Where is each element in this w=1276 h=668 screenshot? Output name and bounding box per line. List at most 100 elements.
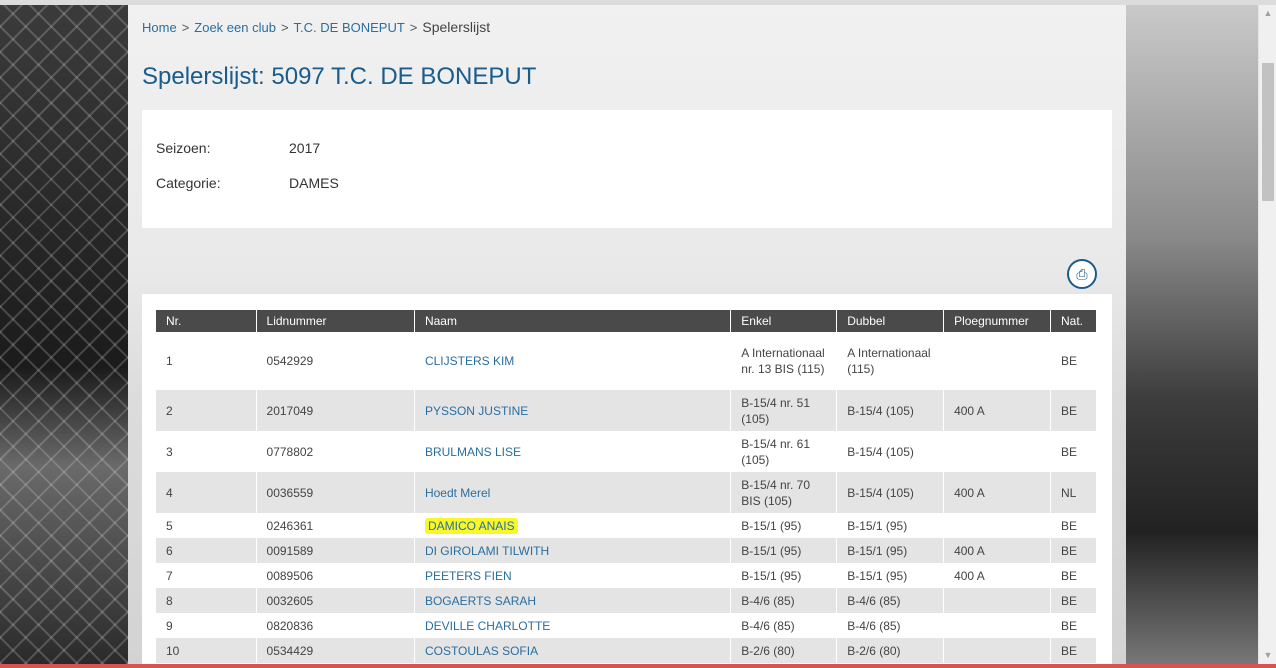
cell-nat-text: BE bbox=[1060, 444, 1077, 459]
breadcrumb-current: Spelerslijst bbox=[422, 19, 491, 35]
player-name-link[interactable]: BOGAERTS SARAH bbox=[425, 594, 536, 608]
header-nr[interactable]: Nr. bbox=[156, 310, 257, 332]
cell-naam: Hoedt Merel bbox=[414, 472, 732, 513]
cell-enkel-text: B-15/1 (95) bbox=[741, 568, 802, 583]
cell-nr: 4 bbox=[156, 472, 257, 513]
player-name-link[interactable]: CLIJSTERS KIM bbox=[425, 354, 514, 368]
cell-ploegnummer bbox=[943, 588, 1051, 613]
cell-nr: 9 bbox=[156, 613, 257, 638]
page-title: Spelerslijst: 5097 T.C. DE BONEPUT bbox=[142, 63, 537, 90]
cell-naam: CLIJSTERS KIM bbox=[414, 332, 732, 390]
cell-lidnummer: 0820836 bbox=[256, 613, 415, 638]
table-row: 6 0091589 DI GIROLAMI TILWITH B-15/1 (95) B-… bbox=[156, 538, 1098, 563]
print-button[interactable]: ⎙ bbox=[1067, 259, 1097, 289]
cell-ploegnummer bbox=[943, 431, 1051, 472]
cell-nat-text: BE bbox=[1060, 568, 1077, 583]
cell-enkel-text: B-15/4 nr. 51 (105) bbox=[741, 395, 810, 426]
cell-dubbel-text: B-15/1 (95) bbox=[847, 543, 908, 558]
header-nat[interactable]: Nat. bbox=[1050, 310, 1098, 332]
cell-nr: 5 bbox=[156, 513, 257, 538]
header-dubbel[interactable]: Dubbel bbox=[836, 310, 945, 332]
cell-nat: BE bbox=[1050, 332, 1098, 390]
cell-lidnummer: 0778802 bbox=[256, 431, 415, 472]
cell-lidnummer: 0089506 bbox=[256, 563, 415, 588]
header-ploegnummer[interactable]: Ploegnummer bbox=[943, 310, 1051, 332]
cell-enkel-text: A Internationaal nr. 13 BIS (115) bbox=[741, 346, 825, 376]
printer-icon: ⎙ bbox=[1076, 266, 1088, 282]
player-name-link[interactable]: PYSSON JUSTINE bbox=[425, 404, 528, 418]
cell-naam: BOGAERTS SARAH bbox=[414, 588, 732, 613]
cell-nat-text: BE bbox=[1060, 643, 1077, 658]
cell-lidnummer: 0246361 bbox=[256, 513, 415, 538]
cell-dubbel: B-15/4 (105) bbox=[836, 472, 945, 513]
cell-nat-text: BE bbox=[1060, 618, 1077, 633]
player-name-link[interactable]: DEVILLE CHARLOTTE bbox=[425, 619, 550, 633]
scroll-up-arrow-icon[interactable]: ▲ bbox=[1259, 5, 1276, 22]
cell-lidnummer-text: 2017049 bbox=[266, 403, 314, 418]
cell-nr-text: 2 bbox=[166, 403, 173, 418]
breadcrumb-home[interactable]: Home bbox=[142, 20, 177, 35]
cell-nr-text: 7 bbox=[166, 568, 173, 583]
cell-nat: BE bbox=[1050, 513, 1098, 538]
cell-naam: PEETERS FIEN bbox=[414, 563, 732, 588]
cell-lidnummer-text: 0820836 bbox=[266, 618, 314, 633]
cell-enkel: B-4/6 (85) bbox=[730, 613, 838, 638]
cell-nr-text: 6 bbox=[166, 543, 173, 558]
header-lidnummer[interactable]: Lidnummer bbox=[256, 310, 415, 332]
table-row: 2 2017049 PYSSON JUSTINE B-15/4 nr. 51 (105… bbox=[156, 390, 1098, 431]
cell-ploegnummer bbox=[943, 332, 1051, 390]
cell-nat: NL bbox=[1050, 472, 1098, 513]
cell-dubbel-text: B-4/6 (85) bbox=[847, 618, 901, 633]
breadcrumb-zoek-een-club[interactable]: Zoek een club bbox=[194, 20, 276, 35]
scrollbar-thumb[interactable] bbox=[1262, 63, 1274, 201]
table-row: 5 0246361 DAMICO ANAIS B-15/1 (95) B-15/1 (9… bbox=[156, 513, 1098, 538]
vertical-scrollbar[interactable]: ▲ ▼ bbox=[1258, 5, 1276, 664]
cell-dubbel-text: B-15/1 (95) bbox=[847, 568, 908, 583]
cell-ploegnummer: 400 A bbox=[943, 538, 1051, 563]
cell-nat: BE bbox=[1050, 538, 1098, 563]
cell-enkel-text: B-15/1 (95) bbox=[741, 543, 802, 558]
header-naam[interactable]: Naam bbox=[414, 310, 732, 332]
cell-lidnummer: 0036559 bbox=[256, 472, 415, 513]
cell-nr-text: 5 bbox=[166, 518, 173, 533]
player-name-link[interactable]: BRULMANS LISE bbox=[425, 445, 521, 459]
breadcrumb-club[interactable]: T.C. DE BONEPUT bbox=[294, 20, 405, 35]
cell-lidnummer: 0032605 bbox=[256, 588, 415, 613]
table-header-row: Nr. Lidnummer Naam Enkel Dubbel Ploegnum… bbox=[156, 310, 1098, 332]
season-label: Seizoen: bbox=[156, 140, 211, 156]
cell-nat-text: NL bbox=[1060, 485, 1077, 500]
cell-dubbel-text: B-15/1 (95) bbox=[847, 518, 908, 533]
header-enkel[interactable]: Enkel bbox=[730, 310, 838, 332]
cell-enkel: B-15/1 (95) bbox=[730, 538, 838, 563]
cell-lidnummer-text: 0089506 bbox=[266, 568, 314, 583]
cell-enkel: B-2/6 (80) bbox=[730, 638, 838, 663]
cell-ploegnummer bbox=[943, 513, 1051, 538]
player-name-link[interactable]: DAMICO ANAIS bbox=[424, 517, 518, 534]
cell-ploegnummer-text: 400 A bbox=[954, 543, 985, 558]
cell-dubbel: B-15/1 (95) bbox=[836, 513, 945, 538]
cell-enkel-text: B-4/6 (85) bbox=[741, 593, 795, 608]
window-bottom-border bbox=[0, 664, 1276, 668]
cell-lidnummer-text: 0534429 bbox=[266, 643, 314, 658]
cell-nat: BE bbox=[1050, 588, 1098, 613]
cell-nr-text: 1 bbox=[166, 354, 173, 368]
season-row: Seizoen: 2017 bbox=[156, 140, 320, 156]
cell-ploegnummer-text: 400 A bbox=[954, 485, 985, 500]
player-name-link[interactable]: DI GIROLAMI TILWITH bbox=[425, 544, 549, 558]
scroll-down-arrow-icon[interactable]: ▼ bbox=[1259, 647, 1276, 664]
cell-nat: BE bbox=[1050, 613, 1098, 638]
player-name-link[interactable]: PEETERS FIEN bbox=[425, 569, 512, 583]
player-name-link[interactable]: Hoedt Merel bbox=[425, 486, 490, 500]
cell-nat-text: BE bbox=[1060, 593, 1077, 608]
cell-naam: BRULMANS LISE bbox=[414, 431, 732, 472]
cell-nr-text: 8 bbox=[166, 593, 173, 608]
cell-lidnummer-text: 0032605 bbox=[266, 593, 314, 608]
cell-dubbel-text: B-15/4 (105) bbox=[847, 444, 914, 459]
cell-ploegnummer: 400 A bbox=[943, 563, 1051, 588]
cell-enkel-text: B-15/4 nr. 61 (105) bbox=[741, 436, 810, 467]
table-row: 1 0542929 CLIJSTERS KIM A Internationaal nr… bbox=[156, 332, 1098, 390]
player-name-link[interactable]: COSTOULAS SOFIA bbox=[425, 644, 538, 658]
category-row: Categorie: DAMES bbox=[156, 175, 339, 191]
cell-naam: COSTOULAS SOFIA bbox=[414, 638, 732, 663]
background-left-tennis-net bbox=[0, 5, 128, 664]
